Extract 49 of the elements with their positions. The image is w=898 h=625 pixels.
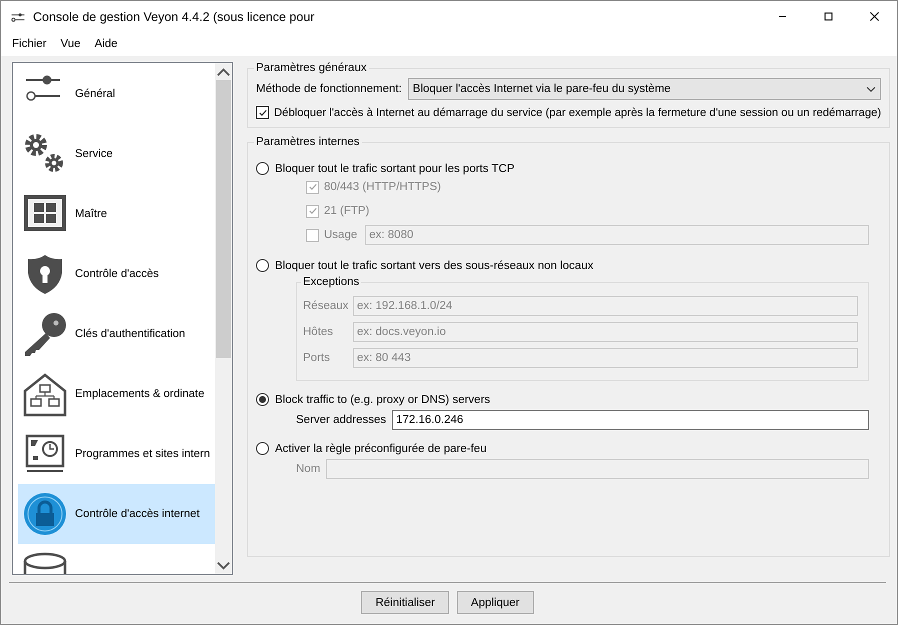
sidebar-item[interactable]: Contrôle d'accès (18, 244, 215, 304)
checkmark-icon (258, 108, 268, 118)
radio-label: Block traffic to (e.g. proxy or DNS) servers (275, 394, 490, 406)
radio-button[interactable] (256, 393, 269, 406)
field-label: Server addresses (296, 414, 386, 426)
group-title: Paramètres généraux (255, 62, 368, 74)
checkbox[interactable] (256, 106, 269, 119)
field-label: Réseaux (303, 300, 350, 312)
checkmark-icon (308, 182, 318, 192)
sidebar-item[interactable]: Général (18, 64, 215, 124)
radio-label: Activer la règle préconfigurée de pare-feu (275, 442, 487, 454)
sidebar-item[interactable]: Programmes et sites intern (18, 424, 215, 484)
checkbox-label: Usage (324, 229, 358, 241)
action-button[interactable]: Appliquer (456, 591, 534, 614)
globe-lock-icon (22, 491, 68, 537)
sidebar-item[interactable]: Maître (18, 184, 215, 244)
sidebar-item[interactable]: Clés d'authentification (18, 304, 215, 364)
window-title: Console de gestion Veyon 4.4.2 (sous licence pour (33, 10, 316, 24)
menu-item[interactable]: Fichier (5, 38, 54, 50)
key-icon (22, 311, 68, 357)
menu-item[interactable]: Vue (54, 38, 88, 50)
sidebar-item[interactable]: Service (18, 124, 215, 184)
sidebar-item[interactable]: Emplacements & ordinate (18, 364, 215, 424)
field-label: Nom (296, 463, 320, 475)
group-title: Exceptions (302, 276, 360, 288)
scroll-thumb[interactable] (216, 80, 231, 358)
checkbox-label: Débloquer l'accès à Internet au démarrage du service (par exemple après la fermeture d'une session ou un redémarrage) (274, 106, 882, 118)
field-label: Hôtes (303, 326, 334, 338)
action-button[interactable]: Réinitialiser (361, 591, 449, 614)
sidebar-item[interactable]: Contrôle d'accès internet (18, 484, 215, 544)
method-dropdown[interactable]: Bloquer l'accès Internet via le pare-feu du système (408, 78, 882, 100)
checkbox-label: 80/443 (HTTP/HTTPS) (324, 181, 441, 193)
scrollbar[interactable] (215, 63, 232, 574)
menu-item[interactable]: Aide (88, 38, 125, 50)
house-network-icon (22, 371, 68, 417)
checkmark-icon (308, 206, 318, 216)
caret-icon (866, 84, 876, 94)
checkbox-label: 21 (FTP) (324, 205, 370, 217)
field-label: Méthode de fonctionnement: (256, 83, 402, 95)
close-glyph-icon (868, 11, 880, 22)
radio-label: Bloquer tout le trafic sortant vers des sous-réseaux non locaux (275, 260, 594, 272)
radio-button[interactable] (256, 162, 269, 175)
radio-button[interactable] (256, 259, 269, 272)
radio-label: Bloquer tout le trafic sortant pour les ports TCP (275, 162, 514, 174)
text-field[interactable]: 172.16.0.246 (392, 410, 870, 430)
group-title: Paramètres internes (255, 136, 361, 148)
radio-button[interactable] (256, 442, 269, 455)
field-label: Ports (303, 352, 331, 364)
maximize-glyph-icon (822, 11, 834, 22)
